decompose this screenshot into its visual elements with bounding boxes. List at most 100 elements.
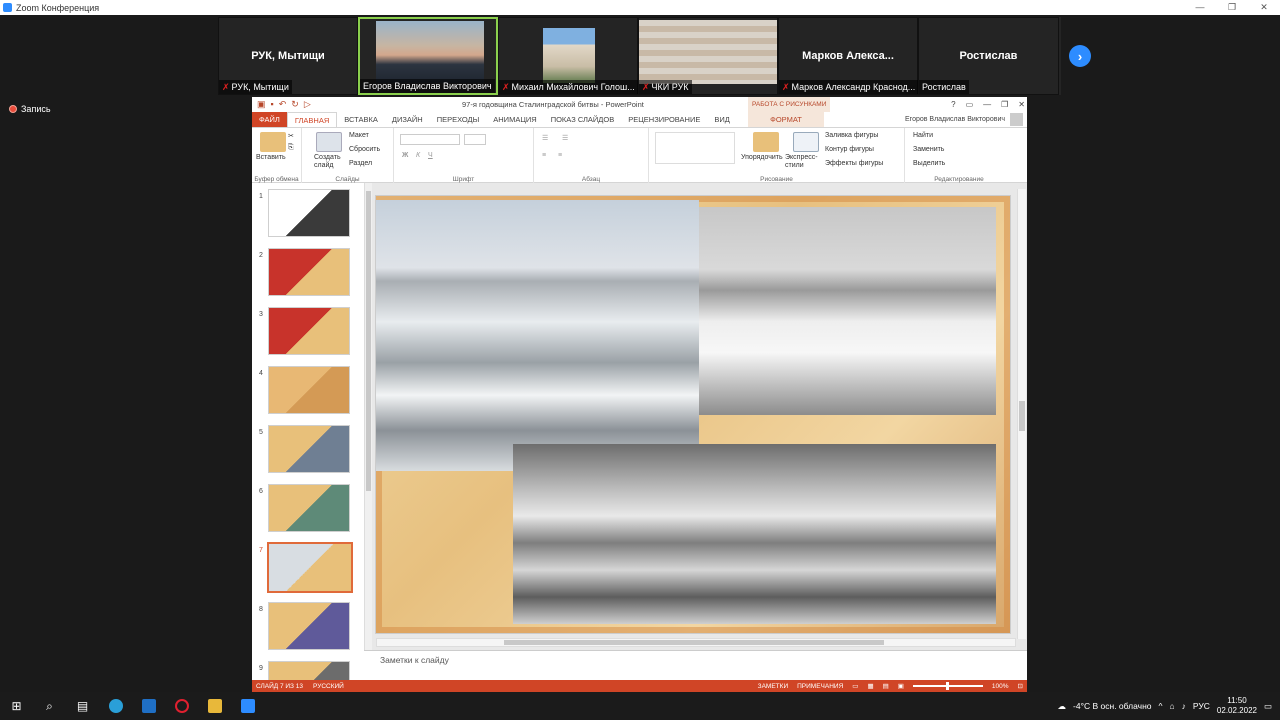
ribbon-display-icon[interactable]: ▭ xyxy=(966,100,974,109)
close-icon[interactable]: ✕ xyxy=(1018,100,1025,109)
tab-file[interactable]: ФАЙЛ xyxy=(252,112,287,127)
task-view-icon[interactable]: ▤ xyxy=(66,692,99,720)
italic-icon[interactable]: К xyxy=(416,152,420,159)
numbering-icon[interactable]: ☰ xyxy=(562,134,568,142)
tab-animation[interactable]: АНИМАЦИЯ xyxy=(486,112,543,127)
participant-tile[interactable]: РУК, Мытищи ✗ РУК, Мытищи xyxy=(218,17,358,95)
find-button[interactable]: Найти xyxy=(913,132,933,139)
font-size-select[interactable] xyxy=(464,134,486,145)
weather-icon[interactable]: ☁ xyxy=(1058,701,1067,712)
underline-icon[interactable]: Ч xyxy=(428,152,433,159)
slide-thumbnail[interactable]: 1 xyxy=(252,187,360,239)
restore-icon[interactable]: ❐ xyxy=(1001,100,1008,109)
thumbnails-scrollbar[interactable] xyxy=(364,183,372,680)
help-icon[interactable]: ? xyxy=(951,100,955,109)
tab-format[interactable]: ФОРМАТ xyxy=(748,112,824,127)
language-indicator[interactable]: РУССКИЙ xyxy=(313,683,344,690)
arrange-button[interactable]: Упорядочить xyxy=(741,154,783,161)
participant-tile[interactable]: Ростислав Ростислав xyxy=(918,17,1059,95)
tab-home[interactable]: ГЛАВНАЯ xyxy=(286,112,338,127)
volume-icon[interactable]: ♪ xyxy=(1182,701,1186,711)
scrollbar-thumb[interactable] xyxy=(366,191,371,491)
user-avatar[interactable] xyxy=(1010,113,1023,126)
quick-styles-button[interactable]: Экспресс-стили xyxy=(785,154,823,170)
zoom-slider[interactable] xyxy=(912,682,983,690)
scrollbar-thumb[interactable] xyxy=(1019,401,1025,431)
comments-toggle[interactable]: ПРИМЕЧАНИЯ xyxy=(797,683,843,690)
signed-in-user[interactable]: Егоров Владислав Викторович xyxy=(905,116,1005,123)
participant-tile[interactable]: Марков Алекса... ✗ Марков Александр Красн… xyxy=(778,17,919,95)
search-icon[interactable]: ⌕ xyxy=(33,692,66,720)
horizontal-scrollbar[interactable] xyxy=(376,638,1016,647)
maximize-button[interactable]: ❐ xyxy=(1216,0,1248,15)
minimize-button[interactable]: — xyxy=(1184,0,1216,15)
weather-text[interactable]: -4°C В осн. облачно xyxy=(1073,701,1151,711)
new-slide-icon[interactable] xyxy=(316,132,342,152)
cut-icon[interactable]: ✂ xyxy=(288,132,294,140)
slide-photo-snowy-hill[interactable] xyxy=(699,207,996,415)
next-page-arrow-icon[interactable]: › xyxy=(1069,45,1091,67)
slide-thumbnail[interactable]: 4 xyxy=(252,364,360,416)
sorter-view-icon[interactable]: ▦ xyxy=(867,682,873,690)
slide-notes-field[interactable]: Заметки к слайду xyxy=(364,650,1027,680)
slide-thumbnail[interactable]: 8 xyxy=(252,600,360,652)
tab-transitions[interactable]: ПЕРЕХОДЫ xyxy=(430,112,487,127)
tab-review[interactable]: РЕЦЕНЗИРОВАНИЕ xyxy=(621,112,707,127)
tab-view[interactable]: ВИД xyxy=(707,112,736,127)
new-slide-button[interactable]: Создать слайд xyxy=(314,154,344,170)
align-center-icon[interactable]: ≡ xyxy=(558,152,562,159)
align-left-icon[interactable]: ≡ xyxy=(542,152,546,159)
replace-button[interactable]: Заменить xyxy=(913,146,944,153)
slideshow-view-icon[interactable]: ▣ xyxy=(898,682,904,690)
participant-tile[interactable]: ✗ Михаил Михайлович Голош... xyxy=(498,17,638,95)
zoom-taskbar-icon[interactable] xyxy=(231,692,264,720)
font-family-select[interactable] xyxy=(400,134,460,145)
slide-thumbnail[interactable]: 7 xyxy=(252,541,360,593)
zoom-slider-knob[interactable] xyxy=(945,682,949,690)
redo-icon[interactable]: ↻ xyxy=(291,99,299,110)
scrollbar-thumb[interactable] xyxy=(504,640,884,645)
select-button[interactable]: Выделить xyxy=(913,160,945,167)
start-button-icon[interactable]: ⊞ xyxy=(0,692,33,720)
paste-icon[interactable] xyxy=(260,132,286,152)
paste-button[interactable]: Вставить xyxy=(256,154,286,161)
notifications-icon[interactable]: ▭ xyxy=(1264,701,1272,712)
participant-tile[interactable]: ✗ ЧКИ РУК xyxy=(638,17,778,95)
slide-thumbnail[interactable]: 2 xyxy=(252,246,360,298)
tab-design[interactable]: ДИЗАЙН xyxy=(385,112,430,127)
normal-view-icon[interactable]: ▭ xyxy=(852,682,858,690)
vertical-scrollbar[interactable] xyxy=(1017,189,1026,639)
opera-icon[interactable] xyxy=(165,692,198,720)
copy-icon[interactable]: ⎘ xyxy=(288,144,294,152)
current-slide-canvas[interactable] xyxy=(376,196,1010,633)
tab-insert[interactable]: ВСТАВКА xyxy=(337,112,385,127)
quick-styles-icon[interactable] xyxy=(793,132,819,152)
network-icon[interactable]: ⌂ xyxy=(1170,701,1175,711)
slide-thumbnail[interactable]: 3 xyxy=(252,305,360,357)
shapes-gallery[interactable] xyxy=(655,132,735,164)
edge-icon[interactable] xyxy=(99,692,132,720)
recording-indicator[interactable]: Запись xyxy=(9,104,51,114)
close-button[interactable]: ✕ xyxy=(1248,0,1280,15)
undo-icon[interactable]: ↶ xyxy=(279,99,287,110)
tab-slideshow[interactable]: ПОКАЗ СЛАЙДОВ xyxy=(544,112,622,127)
fit-to-window-icon[interactable]: ⊡ xyxy=(1018,682,1023,690)
clock[interactable]: 11:50 02.02.2022 xyxy=(1217,696,1257,716)
layout-button[interactable]: Макет xyxy=(349,132,369,139)
slide-photo-tank-ruins[interactable] xyxy=(513,444,996,624)
shape-effects-button[interactable]: Эффекты фигуры xyxy=(825,160,883,167)
zoom-level[interactable]: 100% xyxy=(992,683,1009,690)
section-button[interactable]: Раздел xyxy=(349,160,372,167)
slide-photo-memorial-winter[interactable] xyxy=(376,200,699,471)
file-explorer-icon[interactable] xyxy=(198,692,231,720)
show-hidden-icons-icon[interactable]: ^ xyxy=(1159,701,1163,711)
slide-thumbnail[interactable]: 9 xyxy=(252,659,360,680)
arrange-icon[interactable] xyxy=(753,132,779,152)
slide-thumbnail[interactable]: 5 xyxy=(252,423,360,475)
shape-outline-button[interactable]: Контур фигуры xyxy=(825,146,874,153)
save-icon[interactable]: ▪ xyxy=(271,99,274,110)
notes-toggle[interactable]: ЗАМЕТКИ xyxy=(758,683,788,690)
bold-icon[interactable]: Ж xyxy=(402,152,408,159)
minimize-icon[interactable]: — xyxy=(983,100,991,109)
reset-button[interactable]: Сбросить xyxy=(349,146,380,153)
